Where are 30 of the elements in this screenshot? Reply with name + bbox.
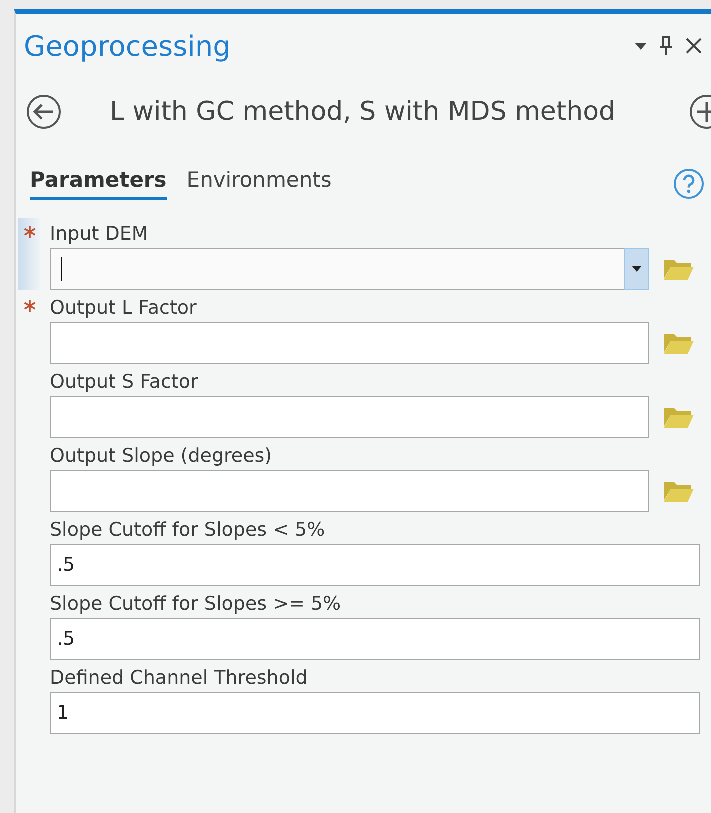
close-icon[interactable]: [685, 37, 703, 55]
tab[interactable]: Environments: [186, 168, 332, 200]
number-field[interactable]: 1: [50, 692, 700, 734]
back-icon[interactable]: [26, 94, 62, 130]
tab[interactable]: Parameters: [30, 168, 167, 200]
parameter-label: Slope Cutoff for Slopes >= 5%: [50, 592, 342, 616]
parameter-label: Defined Channel Threshold: [50, 666, 309, 690]
number-field[interactable]: .5: [50, 618, 700, 660]
tool-name: L with GC method, S with MDS method: [110, 97, 616, 127]
parameter-label: Output Slope (degrees): [50, 444, 274, 468]
dropdown-button[interactable]: [624, 248, 649, 290]
pin-icon[interactable]: [659, 36, 673, 56]
output-field[interactable]: [50, 322, 649, 364]
parameter-label: Slope Cutoff for Slopes < 5%: [50, 518, 326, 542]
parameter-label: Output S Factor: [50, 370, 200, 394]
text-cursor: [61, 257, 62, 281]
number-field[interactable]: .5: [50, 544, 700, 586]
folder-icon[interactable]: [663, 405, 695, 429]
help-icon[interactable]: [673, 168, 705, 200]
folder-icon[interactable]: [663, 479, 695, 503]
dropdown-icon[interactable]: [635, 42, 647, 50]
pane-title: Geoprocessing: [24, 30, 231, 62]
folder-icon[interactable]: [663, 331, 695, 355]
parameter-label: Output L Factor: [50, 296, 198, 320]
dataset-combo-field[interactable]: [50, 248, 649, 290]
output-field[interactable]: [50, 396, 649, 438]
caret-icon: [632, 266, 642, 272]
folder-icon[interactable]: [663, 257, 695, 281]
parameter-label: Input DEM: [50, 222, 150, 246]
output-field[interactable]: [50, 470, 649, 512]
